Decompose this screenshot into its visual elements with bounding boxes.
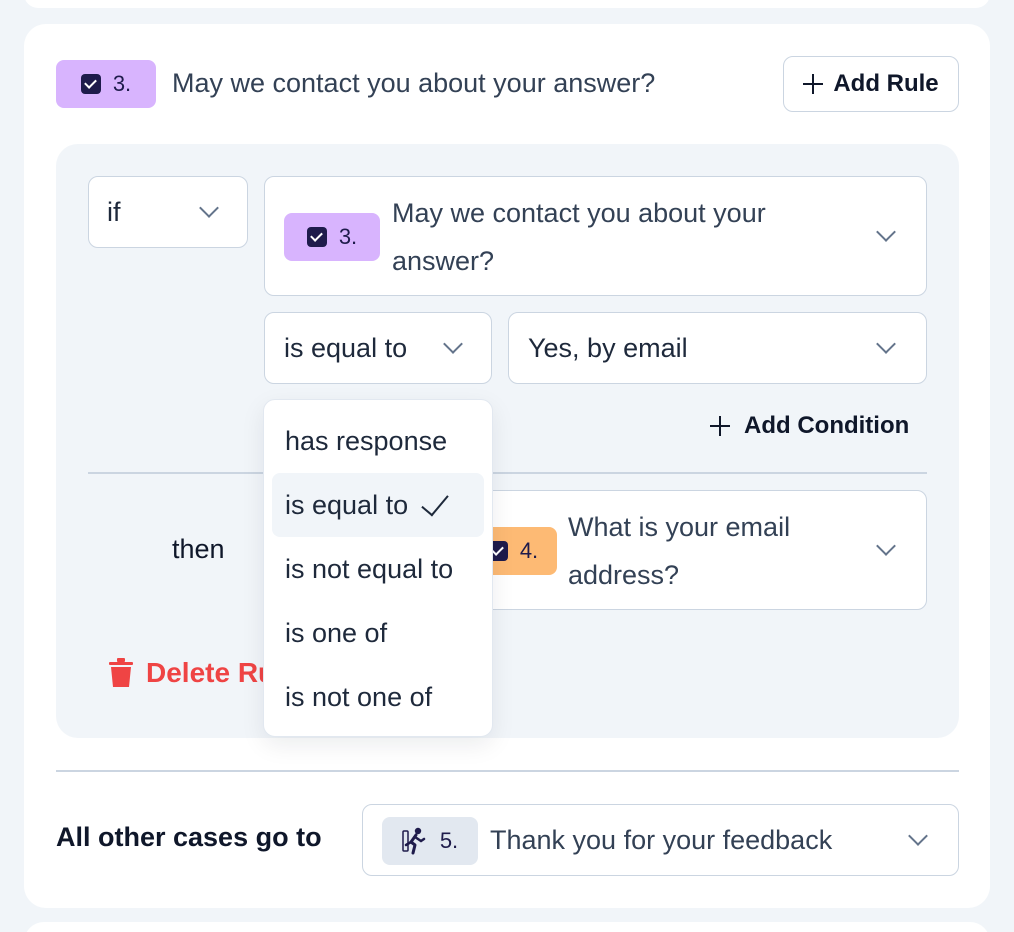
- value-select[interactable]: Yes, by email: [508, 312, 927, 384]
- rule-divider: [88, 472, 927, 474]
- fallback-divider: [56, 770, 959, 772]
- add-condition-button[interactable]: Add Condition: [710, 412, 909, 440]
- menu-item-label: is equal to: [285, 489, 409, 520]
- add-condition-label: Add Condition: [744, 412, 910, 439]
- target-question-select[interactable]: 4. What is your email address?: [469, 490, 927, 610]
- question-badge: 3.: [56, 60, 156, 108]
- operator-select[interactable]: is equal to: [264, 312, 492, 384]
- checkbox-icon: [306, 227, 327, 247]
- checkmark-icon: [421, 487, 449, 517]
- checkbox-icon: [80, 74, 101, 94]
- question-title: May we contact you about your answer?: [172, 68, 656, 98]
- then-label: then: [172, 534, 225, 564]
- chevron-down-icon: [876, 222, 896, 242]
- condition-question-title: May we contact you about your answer?: [392, 198, 766, 276]
- add-rule-label: Add Rule: [833, 70, 939, 97]
- value-text: Yes, by email: [528, 333, 688, 363]
- menu-item-is-not-equal-to[interactable]: is not equal to: [272, 537, 484, 601]
- condition-question-select[interactable]: 3. May we contact you about your answer?: [264, 176, 927, 296]
- operator-dropdown-menu: has response is equal to is not equal to…: [263, 399, 493, 737]
- chevron-down-icon: [443, 334, 463, 354]
- menu-item-label: is one of: [285, 617, 388, 648]
- menu-item-label: is not one of: [285, 681, 433, 712]
- menu-item-is-equal-to[interactable]: is equal to: [272, 473, 484, 537]
- running-person-icon: [402, 827, 426, 855]
- chevron-down-icon: [199, 198, 219, 218]
- fallback-label: All other cases go to: [56, 822, 322, 852]
- fallback-target-number: 5.: [439, 828, 459, 853]
- menu-item-is-one-of[interactable]: is one of: [272, 601, 484, 665]
- if-label: if: [107, 197, 121, 227]
- target-question-number: 4.: [519, 538, 539, 563]
- menu-item-label: is not equal to: [285, 553, 454, 584]
- fallback-target-select[interactable]: 5. Thank you for your feedback: [362, 804, 959, 876]
- menu-item-is-not-one-of[interactable]: is not one of: [272, 665, 484, 729]
- operator-value: is equal to: [284, 333, 408, 363]
- condition-question-number: 3.: [338, 224, 358, 249]
- chevron-down-icon: [876, 334, 896, 354]
- fallback-target-badge: 5.: [382, 817, 478, 865]
- question-number: 3.: [112, 71, 132, 96]
- next-card: [24, 922, 990, 932]
- plus-icon: [803, 74, 824, 94]
- delete-rule-button[interactable]: Delete Ru: [108, 657, 275, 689]
- add-rule-button[interactable]: Add Rule: [783, 56, 959, 112]
- chevron-down-icon: [876, 536, 896, 556]
- previous-card: [24, 0, 990, 8]
- condition-question-badge: 3.: [284, 213, 380, 261]
- target-question-title: What is your email address?: [568, 512, 791, 590]
- fallback-target-title: Thank you for your feedback: [490, 825, 833, 855]
- menu-item-has-response[interactable]: has response: [272, 409, 484, 473]
- delete-rule-label: Delete Ru: [146, 657, 276, 688]
- trash-icon: [109, 658, 133, 687]
- chevron-down-icon: [908, 826, 928, 846]
- plus-icon: [710, 416, 730, 436]
- menu-item-label: has response: [285, 425, 448, 456]
- if-select[interactable]: if: [88, 176, 248, 248]
